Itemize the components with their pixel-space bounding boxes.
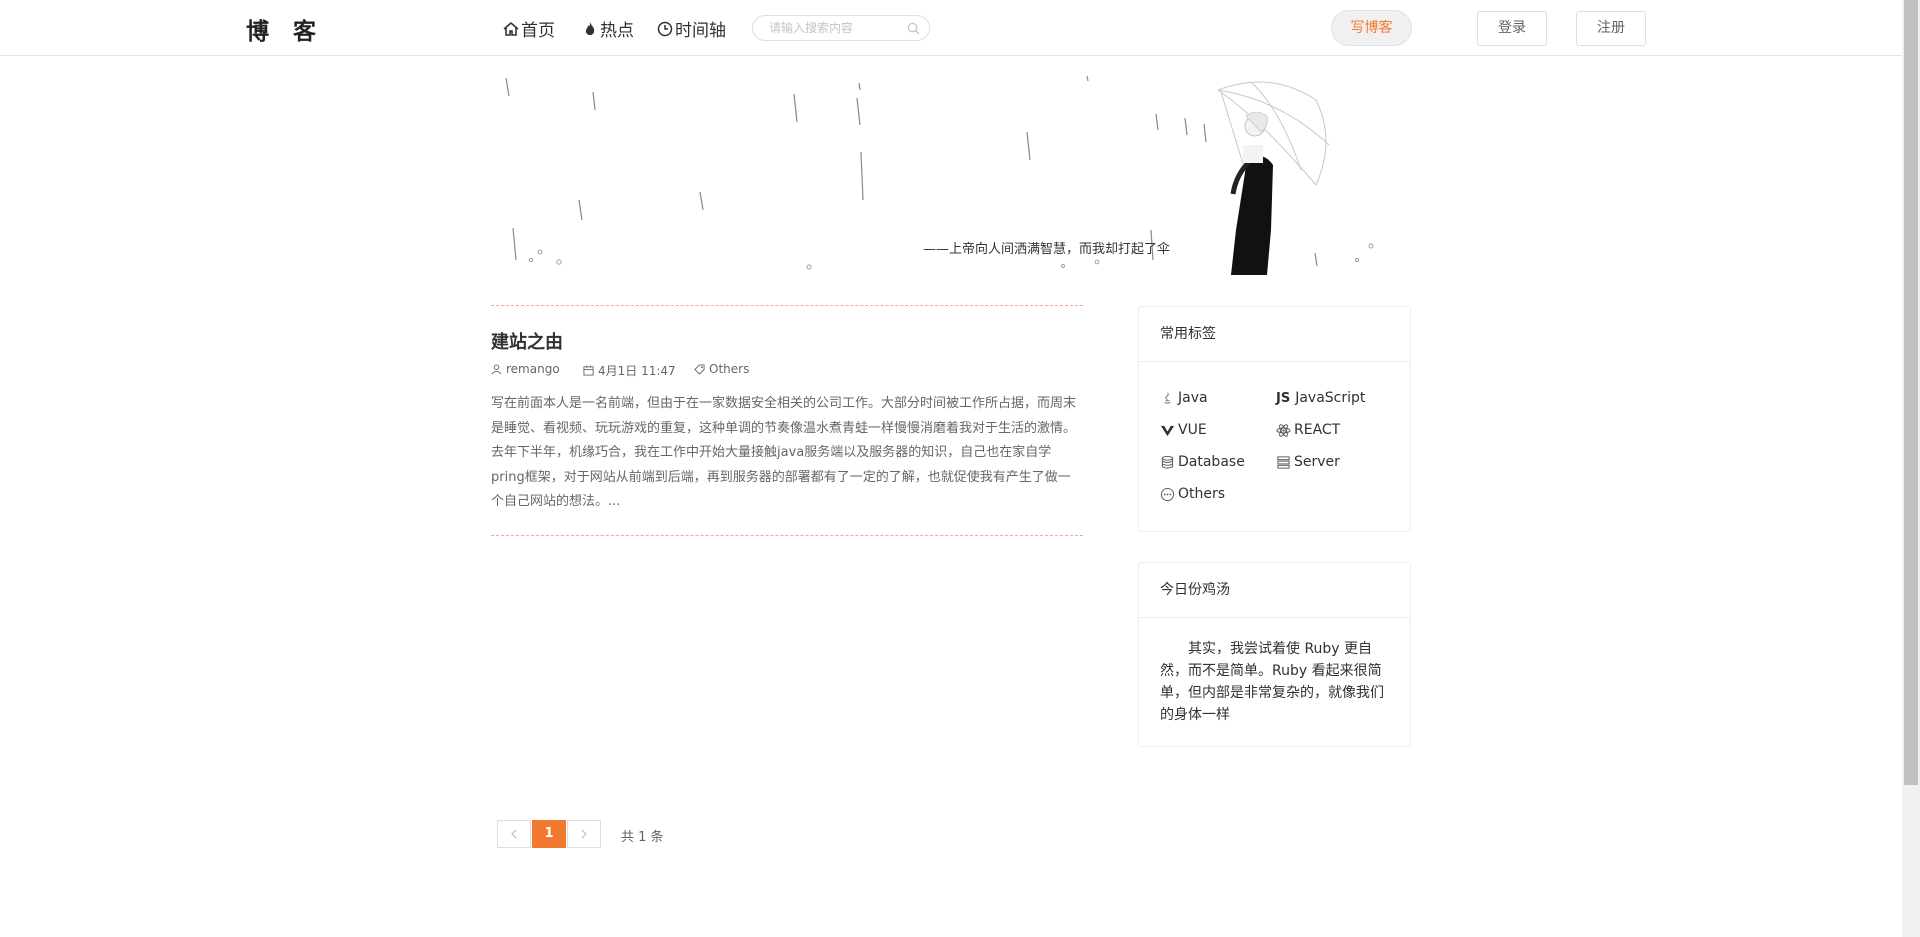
- tag-others-label: Others: [1178, 486, 1226, 502]
- calendar-icon: [583, 365, 594, 376]
- daily-quote-text: 其实，我尝试着使 Ruby 更自然，而不是简单。Ruby 看起来很简单，但内部是…: [1160, 641, 1384, 723]
- post-author: remango: [491, 362, 560, 376]
- nav-timeline[interactable]: 时间轴: [657, 16, 726, 41]
- post-tag: Others: [694, 362, 749, 376]
- search-box: [752, 15, 930, 41]
- nav-timeline-label: 时间轴: [675, 21, 726, 41]
- page-1-button[interactable]: 1: [532, 820, 566, 848]
- daily-quote-title: 今日份鸡汤: [1139, 563, 1410, 618]
- fire-icon: [585, 21, 595, 35]
- tag-database[interactable]: Database: [1160, 454, 1245, 470]
- post-tag-label[interactable]: Others: [709, 362, 749, 376]
- tag-server-label: Server: [1294, 454, 1340, 470]
- next-page-button[interactable]: [567, 820, 601, 848]
- react-icon: [1276, 423, 1291, 437]
- nav-hot-label: 热点: [600, 21, 634, 41]
- tag-react[interactable]: REACT: [1276, 422, 1340, 438]
- tag-database-label: Database: [1178, 454, 1245, 470]
- more-icon: [1160, 487, 1175, 501]
- post-date: 4月1日 11:47: [583, 362, 676, 379]
- server-icon: [1277, 455, 1290, 469]
- tag-java-label: Java: [1178, 390, 1208, 406]
- tag-others[interactable]: Others: [1160, 486, 1225, 502]
- post-excerpt: 写在前面本人是一名前端，但由于在一家数据安全相关的公司工作。大部分时间被工作所占…: [491, 396, 1077, 509]
- vertical-scrollbar[interactable]: [1902, 0, 1920, 937]
- search-input[interactable]: [767, 20, 911, 36]
- tag-react-label: REACT: [1294, 422, 1341, 438]
- tags-card: 常用标签 Java JS JavaScript VUE REACT Databa…: [1138, 306, 1411, 532]
- prev-page-button[interactable]: [497, 820, 531, 848]
- tags-card-title: 常用标签: [1139, 307, 1410, 362]
- daily-quote-card: 今日份鸡汤 其实，我尝试着使 Ruby 更自然，而不是简单。Ruby 看起来很简…: [1138, 562, 1411, 747]
- tag-java[interactable]: Java: [1160, 390, 1208, 406]
- home-icon: [503, 21, 519, 36]
- post-date-text: 4月1日 11:47: [598, 364, 676, 378]
- java-icon: [1164, 392, 1171, 404]
- banner-quote: ——上帝向人间洒满智慧，而我却打起了伞: [923, 242, 1171, 257]
- register-button[interactable]: 注册: [1576, 11, 1646, 46]
- search-icon[interactable]: [907, 22, 920, 35]
- tag-vue-label: VUE: [1178, 422, 1207, 438]
- chevron-right-icon: [581, 829, 587, 839]
- nav-home-label: 首页: [521, 21, 555, 41]
- umbrella: [1217, 81, 1330, 191]
- vue-icon: [1160, 425, 1175, 436]
- tag-javascript[interactable]: JS JavaScript: [1276, 390, 1365, 406]
- pagination-total: 共 1 条: [621, 830, 664, 845]
- nav-hot[interactable]: 热点: [582, 16, 634, 41]
- tag-javascript-label: JavaScript: [1295, 390, 1366, 406]
- top-navbar: 博 客 首页 热点 时间轴 写博客 登录 注册: [0, 0, 1902, 56]
- tag-icon: [694, 363, 705, 375]
- post-title[interactable]: 建站之由: [491, 328, 563, 354]
- clock-icon: [657, 21, 673, 36]
- girl-figure: [1230, 111, 1273, 275]
- post-author-name[interactable]: remango: [506, 362, 560, 376]
- site-logo[interactable]: 博 客: [246, 12, 324, 46]
- chevron-left-icon: [511, 829, 517, 839]
- login-button[interactable]: 登录: [1477, 11, 1547, 46]
- post-divider-bottom: [491, 535, 1083, 536]
- scrollbar-thumb[interactable]: [1904, 0, 1918, 785]
- tag-vue[interactable]: VUE: [1160, 422, 1207, 438]
- user-icon: [491, 363, 502, 374]
- post-divider-top: [491, 305, 1083, 306]
- tag-server[interactable]: Server: [1276, 454, 1340, 470]
- write-blog-button[interactable]: 写博客: [1331, 10, 1412, 46]
- database-icon: [1161, 455, 1174, 469]
- js-icon: JS: [1276, 390, 1291, 406]
- nav-home[interactable]: 首页: [503, 16, 555, 41]
